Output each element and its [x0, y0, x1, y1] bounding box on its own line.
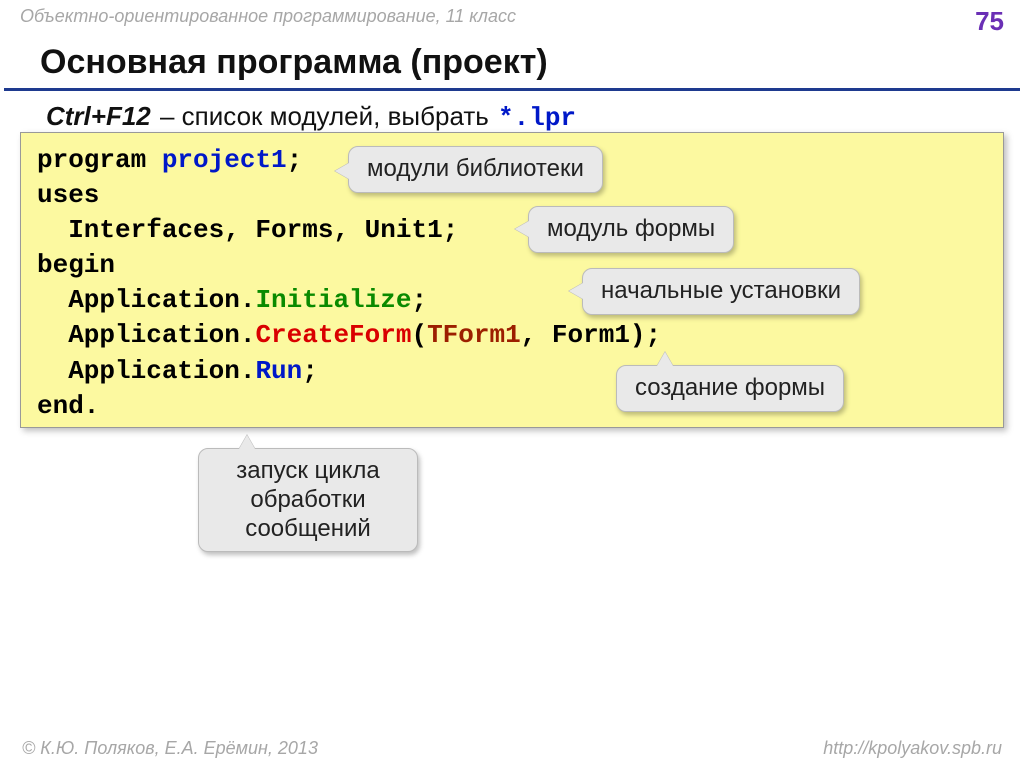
code-line: , Form1);	[521, 320, 661, 350]
code-method: Run	[255, 356, 302, 386]
footer: © К.Ю. Поляков, Е.А. Ерёмин, 2013 http:/…	[0, 738, 1024, 759]
code-kw: end.	[37, 391, 99, 421]
slide: Объектно-ориентированное программировани…	[0, 0, 1024, 767]
slide-title: Основная программа (проект)	[4, 37, 1020, 91]
page-number: 75	[975, 6, 1004, 37]
lpr-ext: *.lpr	[498, 103, 576, 133]
callout-form-module: модуль формы	[528, 206, 734, 253]
callout-initial-setup: начальные установки	[582, 268, 860, 315]
callout-run-loop: запуск цикла обработки сообщений	[198, 448, 418, 552]
code-kw: begin	[37, 250, 115, 280]
course-label: Объектно-ориентированное программировани…	[20, 6, 516, 27]
code-line: Application.	[37, 356, 255, 386]
code-ident: project1	[162, 145, 287, 175]
code-kw: program	[37, 145, 162, 175]
code-method: Initialize	[255, 285, 411, 315]
hotkey-label: Ctrl+F12	[46, 101, 151, 131]
callout-create-form: создание формы	[616, 365, 844, 412]
code-punct: ;	[287, 145, 303, 175]
code-line: Application.	[37, 320, 255, 350]
code-type: TForm1	[427, 320, 521, 350]
top-bar: Объектно-ориентированное программировани…	[0, 0, 1024, 37]
code-line: Application.	[37, 285, 255, 315]
callout-modules-library: модули библиотеки	[348, 146, 603, 193]
code-punct: ;	[302, 356, 318, 386]
code-kw: uses	[37, 180, 99, 210]
code-line: Interfaces, Forms, Unit1;	[37, 215, 458, 245]
code-punct: ;	[411, 285, 427, 315]
footer-left: © К.Ю. Поляков, Е.А. Ерёмин, 2013	[22, 738, 318, 759]
subtitle-text: – список модулей, выбрать	[153, 101, 496, 131]
footer-right: http://kpolyakov.spb.ru	[823, 738, 1002, 759]
code-method: CreateForm	[255, 320, 411, 350]
code-punct: (	[411, 320, 427, 350]
